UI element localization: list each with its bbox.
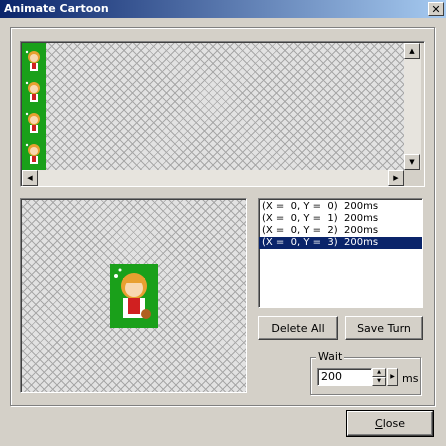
sprite-frame-3[interactable] [24,140,44,168]
save-turn-button[interactable]: Save Turn [345,316,423,340]
preview-sprite [110,264,158,328]
sprite-column[interactable] [22,43,46,170]
horizontal-scrollbar[interactable]: ◀ ▶ [22,170,404,186]
right-arrow-icon[interactable]: ▶ [388,170,404,186]
window-title: Animate Cartoon [4,2,109,15]
left-arrow-icon[interactable]: ◀ [22,170,38,186]
list-item[interactable]: (X = 0, Y = 2) 200ms [259,225,422,237]
sprite-sheet-canvas[interactable] [22,43,404,170]
up-arrow-icon[interactable]: ▲ [404,43,420,59]
sprite-frame-0[interactable] [24,47,44,75]
list-item-selected[interactable]: (X = 0, Y = 3) 200ms [259,237,422,249]
sprite-frame-2[interactable] [24,109,44,137]
wait-unit: ms [402,372,419,385]
wait-label: Wait [316,350,345,363]
spin-up-icon[interactable]: ▲ [372,368,386,377]
wait-spinner[interactable]: ▲ ▼ [372,368,386,386]
wait-input[interactable]: 200 [317,368,372,386]
close-mnemonic: C [375,417,383,430]
down-arrow-icon[interactable]: ▼ [404,154,420,170]
list-item[interactable]: (X = 0, Y = 1) 200ms [259,213,422,225]
close-label: lose [382,417,405,430]
spin-right-icon[interactable]: ▶ [387,368,398,386]
close-button[interactable]: Close [347,411,433,436]
character-sprite-icon [114,268,151,319]
scrollbar-corner [404,170,421,186]
title-bar: Animate Cartoon ✕ [0,0,446,18]
sprite-frame-1[interactable] [24,78,44,106]
close-icon[interactable]: ✕ [428,2,444,16]
frame-list[interactable]: (X = 0, Y = 0) 200ms (X = 0, Y = 1) 200m… [258,198,423,308]
delete-all-button[interactable]: Delete All [258,316,338,340]
spin-down-icon[interactable]: ▼ [372,377,386,386]
list-item[interactable]: (X = 0, Y = 0) 200ms [259,201,422,213]
vertical-scrollbar[interactable]: ▲ ▼ [404,43,421,170]
